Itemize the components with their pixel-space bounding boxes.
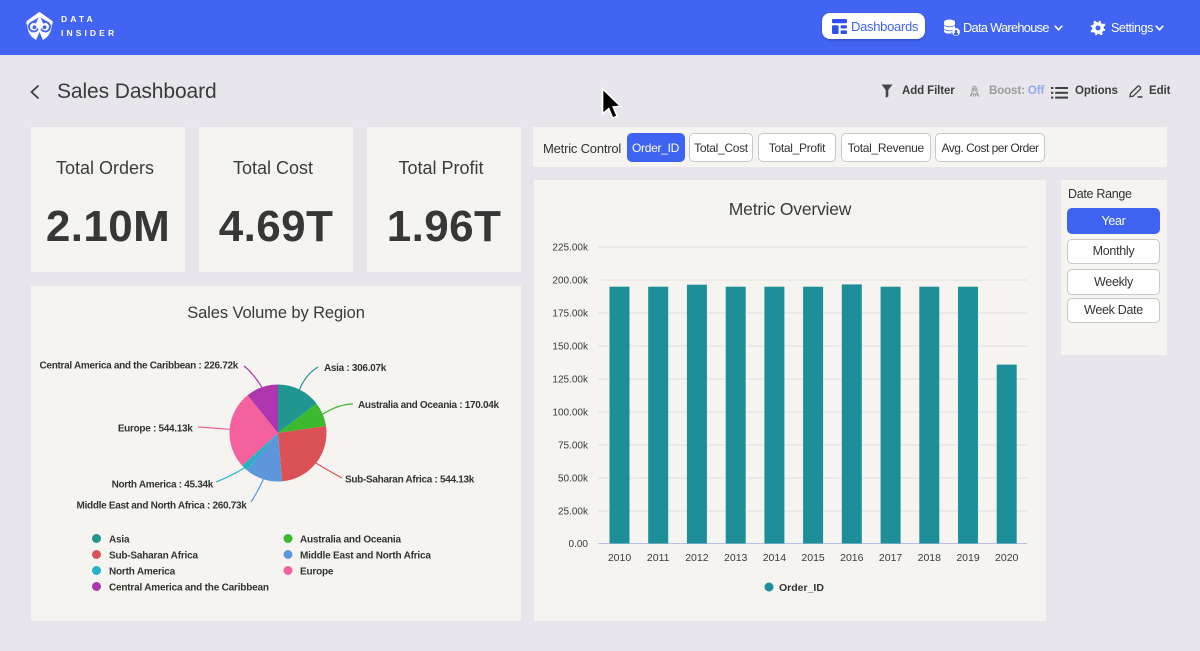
svg-text:2016: 2016 [840,552,864,564]
svg-text:Order_ID: Order_ID [779,582,824,594]
svg-text:150.00k: 150.00k [552,342,589,353]
svg-text:Sub-Saharan Africa : 544.13k: Sub-Saharan Africa : 544.13k [345,475,475,486]
svg-text:Australia and Oceania : 170.04: Australia and Oceania : 170.04k [358,400,500,411]
svg-text:Asia : 306.07k: Asia : 306.07k [324,363,387,374]
svg-text:2010: 2010 [608,552,632,564]
svg-text:200.00k: 200.00k [552,276,589,287]
svg-text:2020: 2020 [995,552,1019,564]
svg-text:2014: 2014 [763,552,787,564]
svg-text:Middle East and North Africa: Middle East and North Africa [300,551,431,562]
svg-text:2012: 2012 [685,552,709,564]
svg-text:175.00k: 175.00k [552,309,589,320]
svg-text:100.00k: 100.00k [552,408,589,419]
svg-text:2015: 2015 [801,552,825,564]
svg-text:Asia: Asia [109,535,130,546]
svg-text:Middle East and North Africa :: Middle East and North Africa : 260.73k [77,501,248,512]
svg-text:2017: 2017 [879,552,903,564]
svg-text:75.00k: 75.00k [558,441,589,452]
svg-text:50.00k: 50.00k [558,474,589,485]
svg-text:225.00k: 225.00k [552,243,589,254]
svg-text:0.00: 0.00 [569,539,589,550]
svg-text:25.00k: 25.00k [558,507,589,518]
svg-text:Central America and the Caribb: Central America and the Caribbean [109,583,269,594]
svg-text:North America : 45.34k: North America : 45.34k [112,480,214,491]
svg-text:North America: North America [109,567,176,578]
svg-text:Central America and the Caribb: Central America and the Caribbean : 226.… [40,361,239,372]
svg-text:2019: 2019 [956,552,980,564]
svg-text:2011: 2011 [647,552,670,564]
svg-text:125.00k: 125.00k [552,375,589,386]
svg-text:Europe : 544.13k: Europe : 544.13k [118,424,193,435]
svg-text:2013: 2013 [724,552,748,564]
svg-text:Sub-Saharan Africa: Sub-Saharan Africa [109,551,198,562]
svg-text:Europe: Europe [300,567,334,578]
svg-text:2018: 2018 [918,552,942,564]
svg-text:Australia and Oceania: Australia and Oceania [300,535,401,546]
